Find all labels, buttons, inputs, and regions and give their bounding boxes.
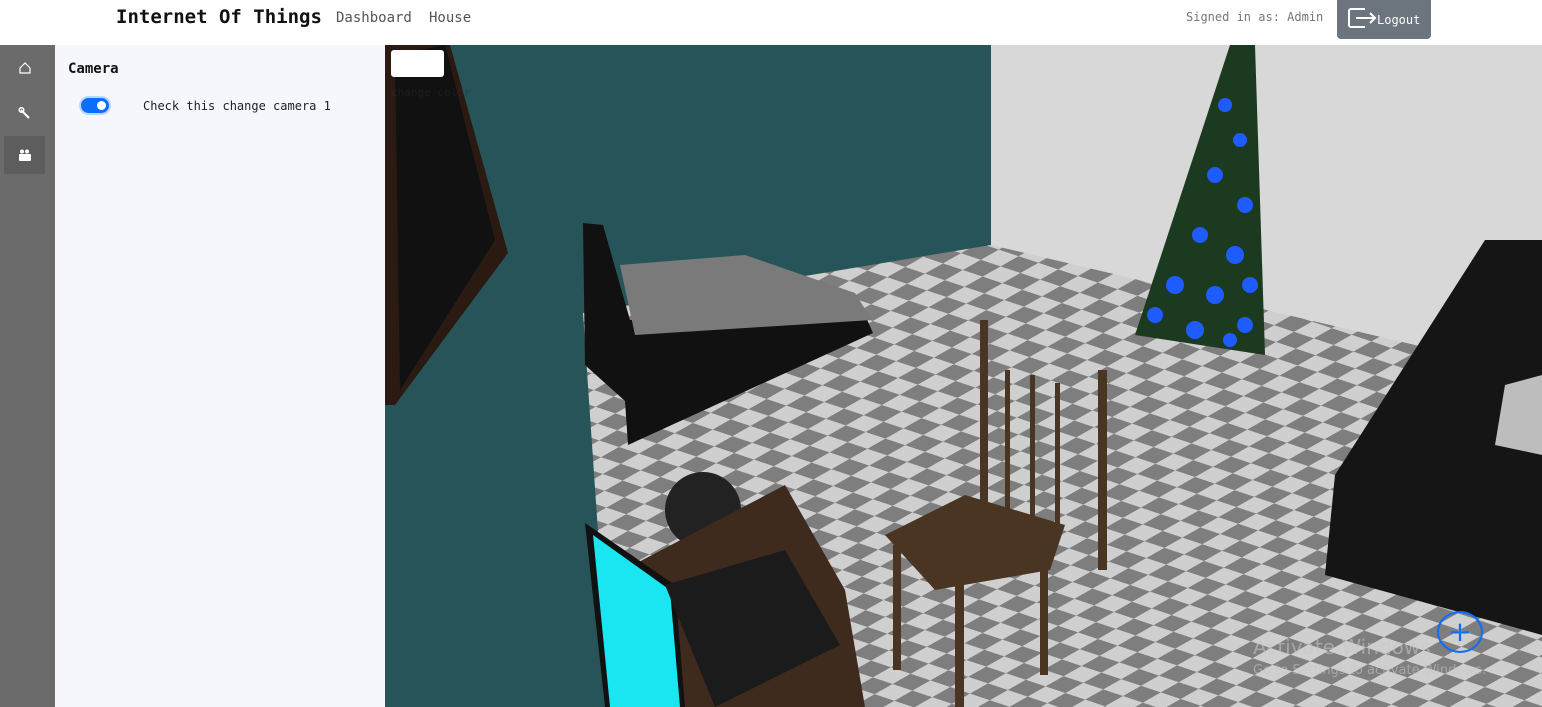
top-navbar: Internet Of Things Dashboard House Signe…: [0, 0, 1542, 45]
camera-panel: Camera Check this change camera 1: [55, 45, 385, 707]
camera-toggle[interactable]: [81, 98, 109, 113]
camera-toggle-label: Check this change camera 1: [143, 99, 331, 113]
color-picker[interactable]: [391, 50, 444, 77]
home-icon: [18, 62, 31, 74]
logout-icon: [1347, 6, 1377, 33]
sidebar-item-home[interactable]: [4, 49, 45, 87]
room-scene: [385, 45, 1542, 707]
signed-in-text: Signed in as: Admin: [1186, 10, 1324, 24]
camera-icon: [18, 149, 31, 161]
sidebar-item-settings[interactable]: [4, 94, 45, 132]
add-button[interactable]: +: [1437, 611, 1483, 653]
wrench-icon: [17, 106, 30, 119]
brand-title[interactable]: Internet Of Things: [116, 6, 322, 28]
activate-windows-title: Activate Windows: [1253, 635, 1431, 659]
color-picker-label: change color: [391, 86, 471, 99]
logout-label: Logout: [1377, 12, 1421, 27]
logout-button[interactable]: Logout: [1337, 0, 1431, 39]
activate-windows-subtitle: Go to Settings to activate Windows.: [1253, 663, 1486, 678]
scene-viewport[interactable]: change color Activate Windows Go to Sett…: [385, 45, 1542, 707]
panel-title: Camera: [68, 61, 119, 77]
nav-dashboard-link[interactable]: Dashboard: [336, 10, 412, 26]
sidebar-item-camera[interactable]: [4, 136, 45, 174]
nav-house-link[interactable]: House: [429, 10, 471, 26]
sidebar-rail: [0, 45, 55, 707]
